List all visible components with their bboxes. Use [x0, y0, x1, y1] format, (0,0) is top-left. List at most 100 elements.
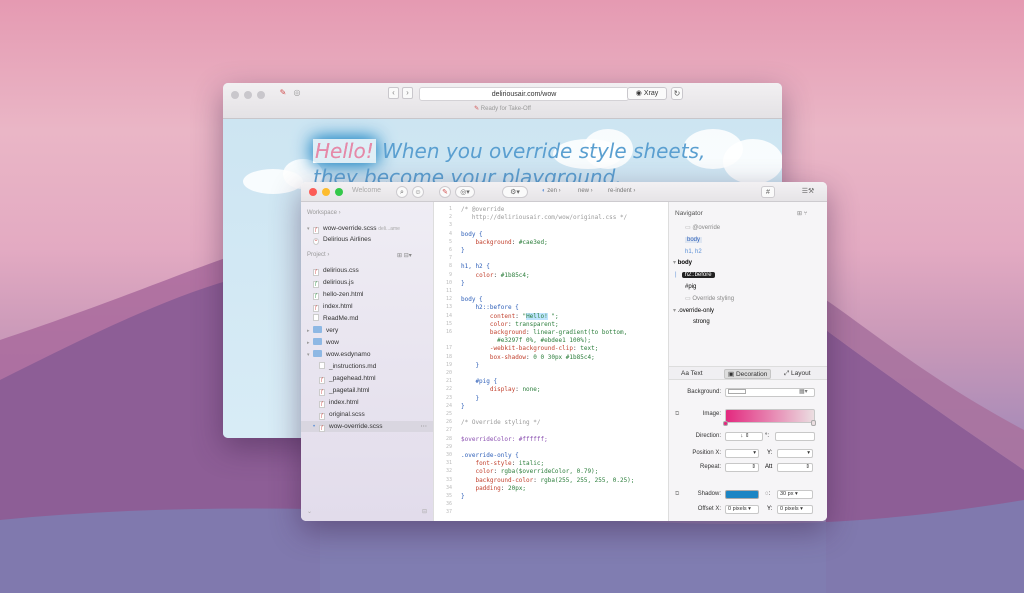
address-bar[interactable]: deliriousair.com/wow [419, 87, 629, 101]
breadcrumb-reindent[interactable]: re-indent › [608, 188, 635, 194]
navigator-item[interactable]: strong [693, 318, 710, 327]
window-controls[interactable] [231, 91, 265, 99]
tab-layout[interactable]: ⤢ Layout [784, 369, 811, 379]
code-line[interactable]: /* @override [461, 206, 504, 213]
code-line[interactable]: -webkit-background-clip: text; [461, 345, 598, 352]
code-line[interactable]: #e3297f 0%, #ebdee1 100%); [461, 337, 591, 344]
code-line[interactable]: background-color: rgba(255, 255, 255, 0.… [461, 477, 634, 484]
project-folder[interactable]: ▸ very [307, 325, 431, 336]
project-file[interactable]: ƒ index.html [307, 397, 431, 408]
line-number: 32 [445, 468, 452, 475]
code-editor[interactable]: 1 /* @override 2 http://deliriousair.com/w… [433, 202, 669, 521]
background-menu-icon[interactable]: ▦▾ [799, 388, 808, 397]
code-line[interactable]: $overrideColor: #ffffff; [461, 436, 548, 443]
gear-menu-button[interactable]: ⚙▾ [502, 186, 528, 198]
code-line[interactable]: } [461, 403, 465, 410]
code-line[interactable]: } [461, 280, 465, 287]
navigator-item[interactable]: ▾ .override-only [673, 307, 714, 316]
code-line[interactable]: } [461, 493, 465, 500]
navigator-actions[interactable]: ⊞ ⑂ [797, 210, 807, 219]
project-file-selected[interactable]: • ƒ wow-override.scss ⋯ [301, 421, 433, 432]
shadow-color-swatch[interactable] [725, 490, 759, 499]
tab-text[interactable]: Aa Text [681, 369, 703, 379]
code-line[interactable]: display: none; [461, 386, 541, 393]
project-file[interactable]: ƒ index.html [307, 301, 431, 312]
code-line[interactable]: background: linear-gradient(to bottom, [461, 329, 627, 336]
search-icon[interactable]: ⌕ [396, 186, 408, 198]
offset-y-select[interactable]: 0 pixels ▾ [777, 505, 813, 514]
position-y-select[interactable]: ▾ [777, 449, 813, 458]
wrench-menu-icon[interactable]: ☰⚒ [797, 186, 819, 198]
project-file[interactable]: ƒ original.scss [307, 409, 431, 420]
breadcrumb-new[interactable]: new › [578, 188, 593, 194]
code-line[interactable]: } [461, 247, 465, 254]
navigator-item[interactable]: ▭ @override [685, 224, 720, 233]
code-line[interactable]: #pig { [461, 378, 497, 385]
hash-button[interactable]: # [761, 186, 775, 198]
target-icon[interactable]: ◎ [291, 87, 303, 99]
breadcrumb[interactable]: ◐ zen › [542, 188, 561, 194]
target-menu-icon[interactable]: ◎▾ [455, 186, 475, 198]
project-file[interactable]: _instructions.md [307, 361, 431, 372]
code-line[interactable]: } [461, 362, 479, 369]
line-number: 26 [445, 419, 452, 426]
project-file[interactable]: ƒ delirious.css [307, 265, 431, 276]
code-line[interactable]: color: rgba($overrideColor, 0.79); [461, 468, 598, 475]
gradient-stop-end[interactable] [811, 420, 816, 426]
code-line[interactable]: font-style: italic; [461, 460, 544, 467]
project-folder[interactable]: ▾ wow.esdynamo [307, 349, 431, 360]
offset-x-select[interactable]: 0 pixels ▾ [725, 505, 759, 514]
code-line[interactable]: color: #1b85c4; [461, 272, 529, 279]
code-line[interactable]: box-shadow: 0 0 30px #1b85c4; [461, 354, 595, 361]
pencil-icon[interactable]: ✎ [277, 87, 289, 99]
code-line[interactable]: .override-only { [461, 452, 519, 459]
code-line[interactable]: h2::before { [461, 304, 518, 311]
gradient-stop-start[interactable] [723, 421, 728, 426]
xray-button[interactable]: ◉ Xray [627, 87, 667, 100]
project-file[interactable]: ƒ _pagetail.html [307, 385, 431, 396]
project-file[interactable]: ƒ delirious.js [307, 277, 431, 288]
sidebar-toggle-icon[interactable]: ⊟ [422, 508, 427, 515]
code-line[interactable]: padding: 20px; [461, 485, 526, 492]
code-line[interactable]: color: transparent; [461, 321, 559, 328]
project-file[interactable]: ƒ hello-zen.html [307, 289, 431, 300]
back-button[interactable]: ‹ [388, 87, 399, 99]
project-folder[interactable]: ▸ wow [307, 337, 431, 348]
pencil-icon[interactable]: ✎ [439, 186, 451, 198]
reload-button[interactable]: ↻ [671, 87, 683, 100]
code-line[interactable]: background: #cae3ed; [461, 239, 547, 246]
tab-decoration[interactable]: ▣ Decoration [724, 369, 772, 379]
project-file[interactable]: ReadMe.md [307, 313, 431, 324]
project-file[interactable]: ƒ _pagehead.html [307, 373, 431, 384]
shadow-size-select[interactable]: 30 px ▾ [777, 490, 813, 499]
navigator-item[interactable]: | h2::before [675, 271, 715, 280]
code-line[interactable]: h1, h2 { [461, 263, 490, 270]
filter-icon[interactable]: ⌄ [307, 509, 312, 515]
code-line[interactable]: content: "Hello! "; [461, 312, 559, 320]
project-actions[interactable]: ⊞ ⊟▾ [397, 252, 412, 259]
navigator-item[interactable]: ▾ body [673, 259, 692, 268]
workspace-item[interactable]: • Delirious Airlines [307, 234, 431, 245]
sidebar-footer[interactable]: ⌄ ⊟ [307, 508, 427, 517]
line-number: 25 [445, 411, 452, 417]
code-line[interactable]: body { [461, 231, 483, 238]
repeat-select[interactable]: ⇕ [725, 463, 759, 472]
navigator-item[interactable]: h1, h2 [685, 248, 702, 257]
navigator-item[interactable]: body [685, 236, 703, 245]
attachment-select[interactable]: ⇕ [777, 463, 813, 472]
workspace-item[interactable]: ▾ ƒ wow-override.scss deli...ame [307, 223, 431, 234]
gradient-editor[interactable] [725, 409, 815, 423]
smile-icon[interactable]: ☺ [412, 186, 424, 198]
degree-input[interactable] [775, 432, 815, 441]
navigator-item[interactable]: #pig [685, 283, 696, 292]
code-line[interactable]: http://deliriousair.com/wow/original.css… [461, 214, 627, 221]
direction-select[interactable]: ↓ ⇕ [725, 432, 763, 441]
window-controls[interactable] [309, 188, 343, 196]
forward-button[interactable]: › [402, 87, 413, 99]
code-line[interactable]: /* Override styling */ [461, 419, 540, 426]
navigator-item[interactable]: ▭ Override styling [685, 295, 734, 304]
code-line[interactable]: body { [461, 296, 483, 303]
hello-highlight: Hello! [313, 139, 376, 163]
code-line[interactable]: } [461, 395, 479, 402]
position-x-select[interactable]: ▾ [725, 449, 759, 458]
